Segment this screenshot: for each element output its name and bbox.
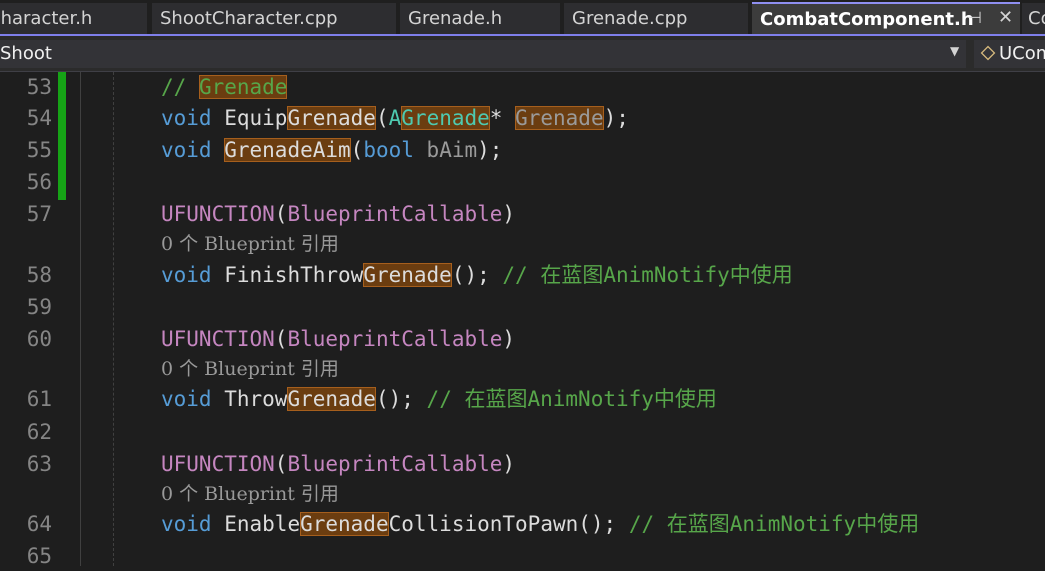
line-number: 56 bbox=[26, 170, 52, 194]
codelens-references[interactable]: 0 个 Blueprint 引用 bbox=[161, 479, 339, 509]
line-number: 61 bbox=[26, 387, 52, 411]
code-editor[interactable]: 53 54 55 56 57 58 59 60 61 62 63 64 65 /… bbox=[0, 72, 1045, 568]
tab-bar: Character.h ShootCharacter.cpp Grenade.h… bbox=[0, 0, 1045, 36]
highlighted-reference: Grenade bbox=[198, 75, 288, 99]
line-number: 63 bbox=[26, 452, 52, 476]
tab-shootcharacter-cpp[interactable]: ShootCharacter.cpp bbox=[152, 3, 396, 34]
tab-grenade-cpp[interactable]: Grenade.cpp bbox=[564, 3, 748, 34]
line-number: 55 bbox=[26, 138, 52, 162]
code-line: void FinishThrowGrenade(); // 在蓝图AnimNot… bbox=[161, 263, 793, 287]
code-line: void EquipGrenade(AGrenade* Grenade); bbox=[161, 106, 629, 130]
tab-label: Co bbox=[1028, 8, 1045, 29]
line-number: 62 bbox=[26, 420, 52, 444]
line-number: 54 bbox=[26, 106, 52, 130]
indent-guide bbox=[113, 72, 114, 566]
class-member-icon bbox=[980, 45, 996, 61]
code-line: UFUNCTION(BlueprintCallable) bbox=[161, 452, 516, 476]
line-number: 65 bbox=[26, 544, 52, 568]
highlighted-reference: Grenade bbox=[287, 106, 376, 130]
highlighted-reference: GrenadeAim bbox=[224, 138, 351, 162]
code-line: // Grenade bbox=[161, 75, 288, 99]
line-number: 53 bbox=[26, 75, 52, 99]
codelens-references[interactable]: 0 个 Blueprint 引用 bbox=[161, 229, 339, 259]
close-icon[interactable]: ✕ bbox=[998, 2, 1013, 34]
highlighted-reference: Grenade bbox=[515, 106, 604, 130]
tab-grenade-h[interactable]: Grenade.h bbox=[400, 3, 560, 34]
tab-label: Grenade.cpp bbox=[572, 8, 688, 29]
chevron-down-icon[interactable]: ▼ bbox=[950, 44, 959, 58]
line-number: 59 bbox=[26, 295, 52, 319]
tab-overflow[interactable]: Co bbox=[1022, 3, 1045, 34]
indent-guide bbox=[80, 72, 81, 566]
member-label: UCom bbox=[999, 43, 1045, 64]
highlighted-reference: Grenade bbox=[300, 512, 389, 536]
highlighted-reference: Grenade bbox=[363, 263, 452, 287]
tab-label: ShootCharacter.cpp bbox=[160, 8, 338, 29]
code-line: UFUNCTION(BlueprintCallable) bbox=[161, 202, 516, 226]
scope-dropdown[interactable]: Shoot bbox=[0, 40, 966, 68]
tab-character-h[interactable]: Character.h bbox=[0, 3, 147, 34]
scope-label: Shoot bbox=[0, 43, 52, 64]
line-number: 57 bbox=[26, 202, 52, 226]
codelens-references[interactable]: 0 个 Blueprint 引用 bbox=[161, 354, 339, 384]
tab-label: CombatComponent.h bbox=[760, 9, 974, 30]
code-line: UFUNCTION(BlueprintCallable) bbox=[161, 327, 516, 351]
code-line: void EnableGrenadeCollisionToPawn(); // … bbox=[161, 512, 920, 536]
line-number: 58 bbox=[26, 263, 52, 287]
pin-icon[interactable]: ⊣ bbox=[968, 2, 982, 34]
line-number: 64 bbox=[26, 512, 52, 536]
tab-label: Character.h bbox=[0, 8, 93, 29]
highlighted-reference: Grenade bbox=[401, 106, 490, 130]
highlighted-reference: Grenade bbox=[287, 387, 376, 411]
line-number: 60 bbox=[26, 327, 52, 351]
member-dropdown[interactable]: UCom bbox=[974, 40, 1045, 68]
code-line: void ThrowGrenade(); // 在蓝图AnimNotify中使用 bbox=[161, 387, 717, 411]
tab-label: Grenade.h bbox=[408, 8, 503, 29]
change-marker bbox=[58, 72, 66, 200]
code-line: void GrenadeAim(bool bAim); bbox=[161, 138, 503, 162]
